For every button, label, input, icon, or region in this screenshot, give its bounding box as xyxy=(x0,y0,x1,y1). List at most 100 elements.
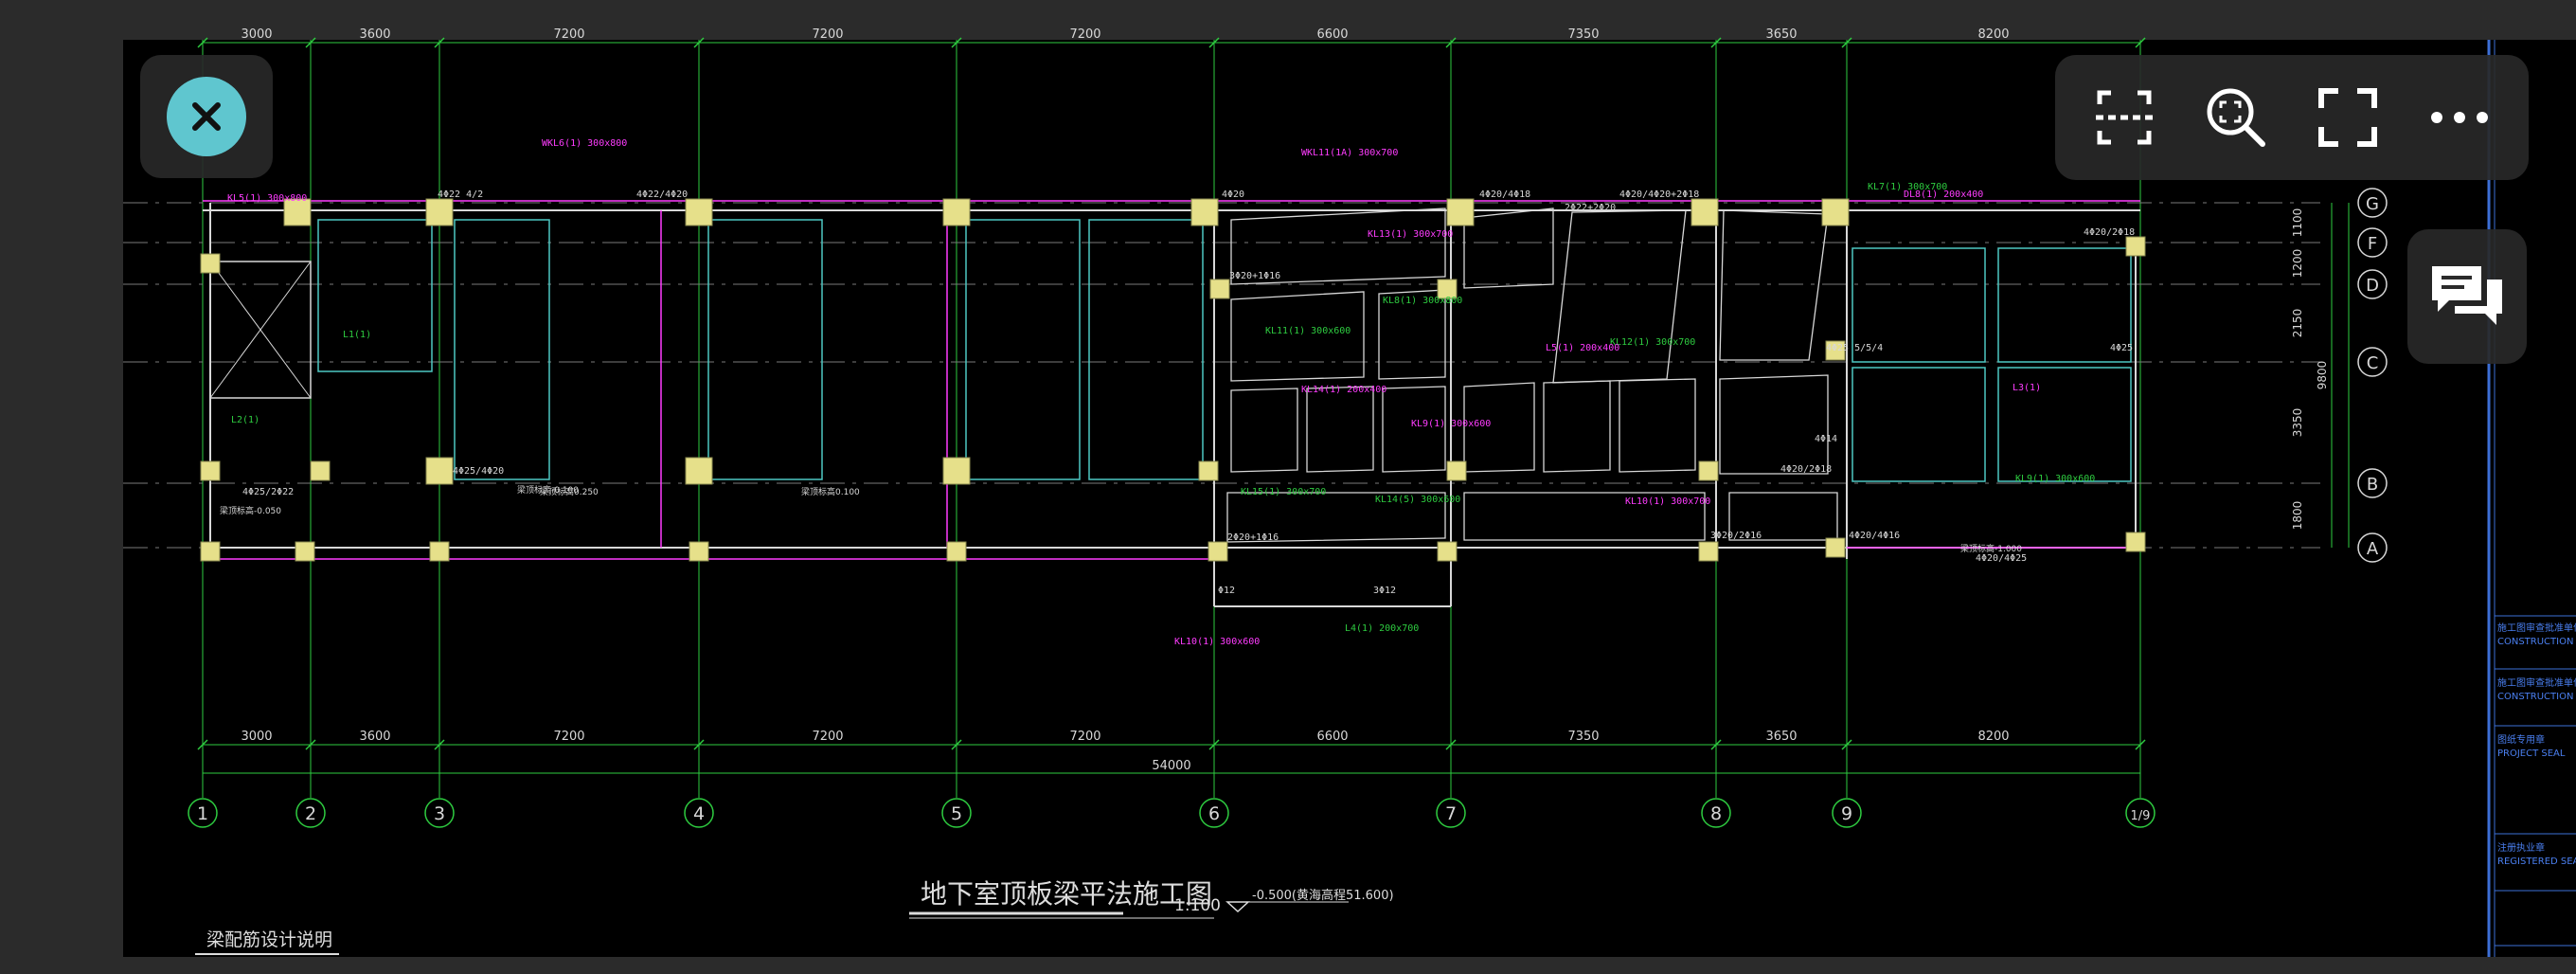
viewer-toolbar xyxy=(2055,55,2529,180)
dimension-label: 8200 xyxy=(1977,730,2009,744)
column xyxy=(1698,541,1719,562)
column xyxy=(942,198,971,226)
dimension-label: 6600 xyxy=(1316,730,1348,744)
beam-label: L2(1) xyxy=(231,415,259,425)
dimension-label: 3650 xyxy=(1765,730,1797,744)
rebar-note: 2Φ22+2Φ20 xyxy=(1565,203,1616,213)
comment-button[interactable] xyxy=(2407,229,2527,364)
rebar-note: 3Φ20+1Φ16 xyxy=(1229,271,1280,281)
axis-number: 2 xyxy=(305,803,316,824)
axis-number: 5 xyxy=(951,803,962,824)
rebar-note: 4Φ25/2Φ22 xyxy=(242,487,294,497)
beam-label: KL10(1) 300x600 xyxy=(1174,637,1260,647)
beam-label: KL12(1) 300x700 xyxy=(1610,337,1695,348)
beam-label: KL14(5) 300x600 xyxy=(1375,495,1460,505)
column xyxy=(200,460,221,481)
right-dimension-label: 3350 xyxy=(2291,408,2304,438)
dimension-label: 3650 xyxy=(1765,27,1797,42)
strip-en-1: CONSTRUCTION DR xyxy=(2497,637,2576,647)
beam-label: WKL6(1) 300x800 xyxy=(542,138,627,149)
rebar-note: 4Φ22 4/2 xyxy=(438,189,483,200)
rebar-note: 4Φ20/2Φ18 xyxy=(1780,464,1832,475)
column xyxy=(1437,541,1458,562)
drawing-viewer[interactable]: 施工图审查批准单位 CONSTRUCTION DR 施工图审查批准单位 CONS… xyxy=(0,0,2576,974)
right-dimension-label: 1100 xyxy=(2291,208,2304,238)
total-dimension-label: 54000 xyxy=(1152,759,1190,773)
rebar-note: 4Φ25 xyxy=(2110,343,2133,353)
axis-letter: G xyxy=(2366,194,2379,214)
axis-letter: A xyxy=(2367,539,2379,559)
right-dimension-label: 1800 xyxy=(2291,501,2304,531)
strip-cn-2: 施工图审查批准单位 xyxy=(2497,676,2576,689)
drawing-title: 地下室顶板梁平法施工图 xyxy=(921,878,1212,910)
rebar-note: 2Φ20+1Φ16 xyxy=(1227,532,1279,543)
dimension-label: 6600 xyxy=(1316,27,1348,42)
fullscreen-icon xyxy=(2318,88,2377,147)
beam-label: KL14(1) 200x400 xyxy=(1301,385,1386,395)
beam-label: WKL11(1A) 300x700 xyxy=(1301,148,1398,158)
column xyxy=(425,198,454,226)
beam-label: KL9(1) 300x600 xyxy=(2015,474,2095,484)
dimension-label: 7200 xyxy=(1069,27,1100,42)
column xyxy=(425,457,454,485)
column xyxy=(1208,541,1228,562)
rebar-note: 4Φ14 xyxy=(1815,434,1837,444)
dimension-label: 7200 xyxy=(553,27,584,42)
rebar-note: 4Φ20/4Φ18 xyxy=(1479,189,1530,200)
column xyxy=(689,541,709,562)
column xyxy=(200,541,221,562)
rebar-note: 3Φ12 xyxy=(1373,586,1396,596)
column xyxy=(2125,236,2146,257)
beam-label: KL15(1) 300x700 xyxy=(1241,487,1326,497)
fullscreen-button[interactable] xyxy=(2302,72,2393,163)
strip-en-4: REGISTERED SEAL xyxy=(2497,857,2576,867)
column xyxy=(295,541,315,562)
column xyxy=(946,541,967,562)
column xyxy=(1209,279,1230,299)
strip-cn-3: 图纸专用章 xyxy=(2497,733,2545,746)
rebar-note: 3Φ20/2Φ16 xyxy=(1710,531,1762,541)
column xyxy=(429,541,450,562)
close-button[interactable] xyxy=(140,55,273,178)
strip-en-2: CONSTRUCTION DRAW xyxy=(2497,692,2576,702)
column xyxy=(1446,460,1467,481)
dimension-label: 3000 xyxy=(241,27,272,42)
axis-number: 6 xyxy=(1208,803,1220,824)
axis-number: 7 xyxy=(1445,803,1457,824)
elevation-tag: 梁顶标高0.250 xyxy=(540,486,599,497)
zoom-fit-button[interactable] xyxy=(2191,72,2281,163)
dimension-label: 3600 xyxy=(359,730,390,744)
rebar-note: 4Φ20/4Φ20+2Φ18 xyxy=(1619,189,1699,200)
beam-label: KL10(1) 300x700 xyxy=(1625,496,1710,507)
rebar-note: 4Φ25/4Φ20 xyxy=(453,466,504,477)
axis-letter: D xyxy=(2366,276,2379,296)
dimension-label: 7350 xyxy=(1567,730,1599,744)
dimension-label: 7200 xyxy=(1069,730,1100,744)
right-total-label: 9800 xyxy=(2316,361,2329,390)
comment-icon xyxy=(2432,266,2502,325)
beam-label: KL8(1) 300x800 xyxy=(1383,296,1462,306)
design-note: 梁配筋设计说明 xyxy=(206,929,332,950)
beam-label: L5(1) 200x400 xyxy=(1546,343,1619,353)
dimension-label: 7350 xyxy=(1567,27,1599,42)
dimension-label: 3600 xyxy=(359,27,390,42)
crop-button[interactable] xyxy=(2079,72,2170,163)
right-dimension-label: 2150 xyxy=(2291,309,2304,338)
axis-number: 4 xyxy=(693,803,705,824)
column xyxy=(200,253,221,274)
axis-number: 8 xyxy=(1710,803,1722,824)
column xyxy=(1821,198,1850,226)
axis-number: 1 xyxy=(197,803,208,824)
right-dimension-label: 1200 xyxy=(2291,249,2304,279)
column xyxy=(1198,460,1219,481)
rebar-note: Φ12 xyxy=(1218,586,1235,596)
zoom-fit-icon xyxy=(2207,88,2265,147)
more-button[interactable] xyxy=(2414,72,2505,163)
rebar-note: 4Φ20/4Φ16 xyxy=(1849,531,1900,541)
column xyxy=(2125,532,2146,552)
rebar-note: 4Φ25 5/5/4 xyxy=(1826,343,1883,353)
column xyxy=(1446,198,1475,226)
strip-en-3: PROJECT SEAL xyxy=(2497,749,2566,759)
axis-letter: C xyxy=(2367,353,2379,373)
rebar-note: 4Φ22/4Φ20 xyxy=(636,189,688,200)
